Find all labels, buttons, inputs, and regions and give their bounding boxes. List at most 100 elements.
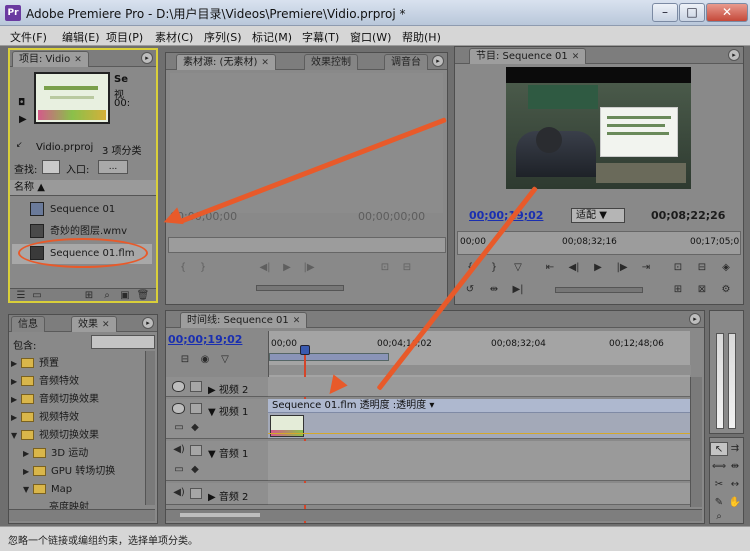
insert-icon[interactable]: ⊡ xyxy=(376,261,394,275)
tab-source[interactable]: 素材源: (无素材) ✕ xyxy=(176,54,276,70)
extract-icon[interactable]: ⊟ xyxy=(693,261,711,275)
effects-item-video-effects[interactable]: ▶ 视频特效 xyxy=(11,409,79,426)
keyframe-icon[interactable]: ◆ xyxy=(186,421,204,435)
panel-menu-icon[interactable]: ▸ xyxy=(142,317,154,329)
icon-view-icon[interactable]: ▭ xyxy=(28,289,46,303)
tab-program[interactable]: 节目: Sequence 01 ✕ xyxy=(469,48,587,64)
effects-item-video-transitions[interactable]: ▼ 视频切换效果 xyxy=(11,427,99,444)
automate-icon[interactable]: ⊞ xyxy=(80,289,98,303)
source-time-ruler[interactable] xyxy=(168,237,446,253)
eye-icon[interactable] xyxy=(172,381,185,392)
tab-info[interactable]: 信息 xyxy=(11,316,45,332)
tab-audio-mixer[interactable]: 调音台 xyxy=(384,54,428,70)
track-video1[interactable]: Sequence 01.flm 透明度 :透明度 ▾ xyxy=(268,399,690,439)
rolling-edit-tool-icon[interactable]: ⇹ xyxy=(726,460,744,474)
lock-track-icon[interactable] xyxy=(190,381,202,392)
close-button[interactable]: ✕ xyxy=(706,3,748,22)
snap-icon[interactable]: ⊟ xyxy=(176,353,194,367)
trim-icon[interactable]: ⇹ xyxy=(485,283,503,297)
delete-icon[interactable]: 🗑 xyxy=(134,289,152,303)
effects-item-presets[interactable]: ▶ 预置 xyxy=(11,355,59,372)
hand-tool-icon[interactable]: ✋ xyxy=(726,496,744,510)
search-input[interactable] xyxy=(42,160,60,174)
opacity-line[interactable] xyxy=(268,433,690,434)
panel-menu-icon[interactable]: ▸ xyxy=(689,313,701,325)
video-clip[interactable]: Sequence 01.flm 透明度 :透明度 ▾ xyxy=(268,399,690,413)
source-jog-wheel[interactable] xyxy=(256,285,344,291)
lock-track-icon[interactable] xyxy=(190,445,202,456)
menu-clip[interactable]: 素材(C) xyxy=(155,29,193,45)
menu-edit[interactable]: 编辑(E) xyxy=(62,29,100,45)
menu-file[interactable]: 文件(F) xyxy=(10,29,47,45)
tab-project[interactable]: 项目: Vidio ✕ xyxy=(12,51,89,67)
effects-item-audio-transitions[interactable]: ▶ 音频切换效果 xyxy=(11,391,99,408)
keyframe-icon[interactable]: ◆ xyxy=(186,463,204,477)
tab-effects[interactable]: 效果 ✕ xyxy=(71,316,117,332)
timeline-horizontal-scrollbar[interactable] xyxy=(166,509,702,521)
marker-icon[interactable]: ◉ xyxy=(196,353,214,367)
step-forward-icon[interactable]: |▶ xyxy=(300,261,318,275)
menu-help[interactable]: 帮助(H) xyxy=(402,29,441,45)
effects-item-audio-effects[interactable]: ▶ 音频特效 xyxy=(11,373,79,390)
camera-icon[interactable]: ◘ xyxy=(18,98,25,108)
step-forward-icon[interactable]: |▶ xyxy=(613,261,631,275)
close-icon[interactable]: ✕ xyxy=(572,52,580,62)
zoom-tool-icon[interactable]: ⌕ xyxy=(710,510,728,524)
tab-timeline[interactable]: 时间线: Sequence 01 ✕ xyxy=(180,312,308,328)
output-icon[interactable]: ⊠ xyxy=(693,283,711,297)
close-icon[interactable]: ✕ xyxy=(293,316,301,326)
effects-search-input[interactable] xyxy=(91,335,155,349)
minimize-button[interactable]: – xyxy=(652,3,678,22)
play-icon[interactable]: ▶ xyxy=(19,114,27,125)
track-audio1[interactable] xyxy=(268,441,690,481)
panel-menu-icon[interactable]: ▸ xyxy=(141,52,153,64)
fit-dropdown[interactable]: 适配 ▼ xyxy=(571,208,625,223)
zoom-strip[interactable] xyxy=(269,365,691,375)
new-bin-icon[interactable]: ▣ xyxy=(116,289,134,303)
menu-project[interactable]: 项目(P) xyxy=(106,29,143,45)
eye-icon[interactable] xyxy=(172,403,185,414)
marker-icon[interactable]: ▽ xyxy=(509,261,527,275)
speaker-icon[interactable]: ◀) xyxy=(170,443,188,457)
close-icon[interactable]: ✕ xyxy=(261,58,269,68)
timeline-timecode[interactable]: 00;00;19;02 xyxy=(168,333,242,346)
step-back-icon[interactable]: ◀| xyxy=(256,261,274,275)
track-audio2[interactable] xyxy=(268,483,690,505)
project-item-sequence[interactable]: Sequence 01 xyxy=(12,200,152,220)
menu-marker[interactable]: 标记(M) xyxy=(252,29,292,45)
loop-icon[interactable]: ↺ xyxy=(461,283,479,297)
lock-track-icon[interactable] xyxy=(190,403,202,414)
effects-item-map[interactable]: ▼ Map xyxy=(23,481,72,498)
sequence-marker-icon[interactable]: ▽ xyxy=(216,353,234,367)
panel-menu-icon[interactable]: ▸ xyxy=(432,55,444,67)
settings-icon[interactable]: ⚙ xyxy=(717,283,735,297)
effects-scrollbar[interactable] xyxy=(145,351,155,505)
play-in-to-out-icon[interactable]: ▶| xyxy=(509,283,527,297)
mark-in-icon[interactable]: { xyxy=(174,261,192,275)
menu-sequence[interactable]: 序列(S) xyxy=(204,29,242,45)
timeline-ruler[interactable]: 00;00 00;04;16;02 00;08;32;04 00;12;48;0… xyxy=(268,331,691,377)
close-icon[interactable]: ✕ xyxy=(102,320,110,330)
go-to-in-icon[interactable]: ⇤ xyxy=(541,261,559,275)
lift-icon[interactable]: ⊡ xyxy=(669,261,687,275)
slip-tool-icon[interactable]: ↔ xyxy=(726,478,744,492)
effects-item-gpu-transitions[interactable]: ▶ GPU 转场切换 xyxy=(23,463,115,480)
panel-menu-icon[interactable]: ▸ xyxy=(728,49,740,61)
track-select-tool-icon[interactable]: ⇉ xyxy=(726,442,744,456)
play-icon[interactable]: ▶ xyxy=(589,261,607,275)
close-icon[interactable]: ✕ xyxy=(74,55,82,65)
mark-out-icon[interactable]: } xyxy=(194,261,212,275)
effects-item-3d-motion[interactable]: ▶ 3D 运动 xyxy=(23,445,88,462)
speaker-icon[interactable]: ◀) xyxy=(170,486,188,500)
zoom-slider[interactable] xyxy=(180,513,260,517)
find-icon[interactable]: ⌕ xyxy=(98,289,116,303)
play-icon[interactable]: ▶ xyxy=(278,261,296,275)
entry-dropdown[interactable]: ... xyxy=(98,160,128,174)
overlay-icon[interactable]: ⊟ xyxy=(398,261,416,275)
work-area-bar[interactable] xyxy=(269,353,389,361)
tab-effect-controls[interactable]: 效果控制 xyxy=(304,54,358,70)
step-back-icon[interactable]: ◀| xyxy=(565,261,583,275)
go-to-out-icon[interactable]: ⇥ xyxy=(637,261,655,275)
program-jog-wheel[interactable] xyxy=(555,287,643,293)
timeline-vertical-scrollbar[interactable] xyxy=(690,377,702,507)
